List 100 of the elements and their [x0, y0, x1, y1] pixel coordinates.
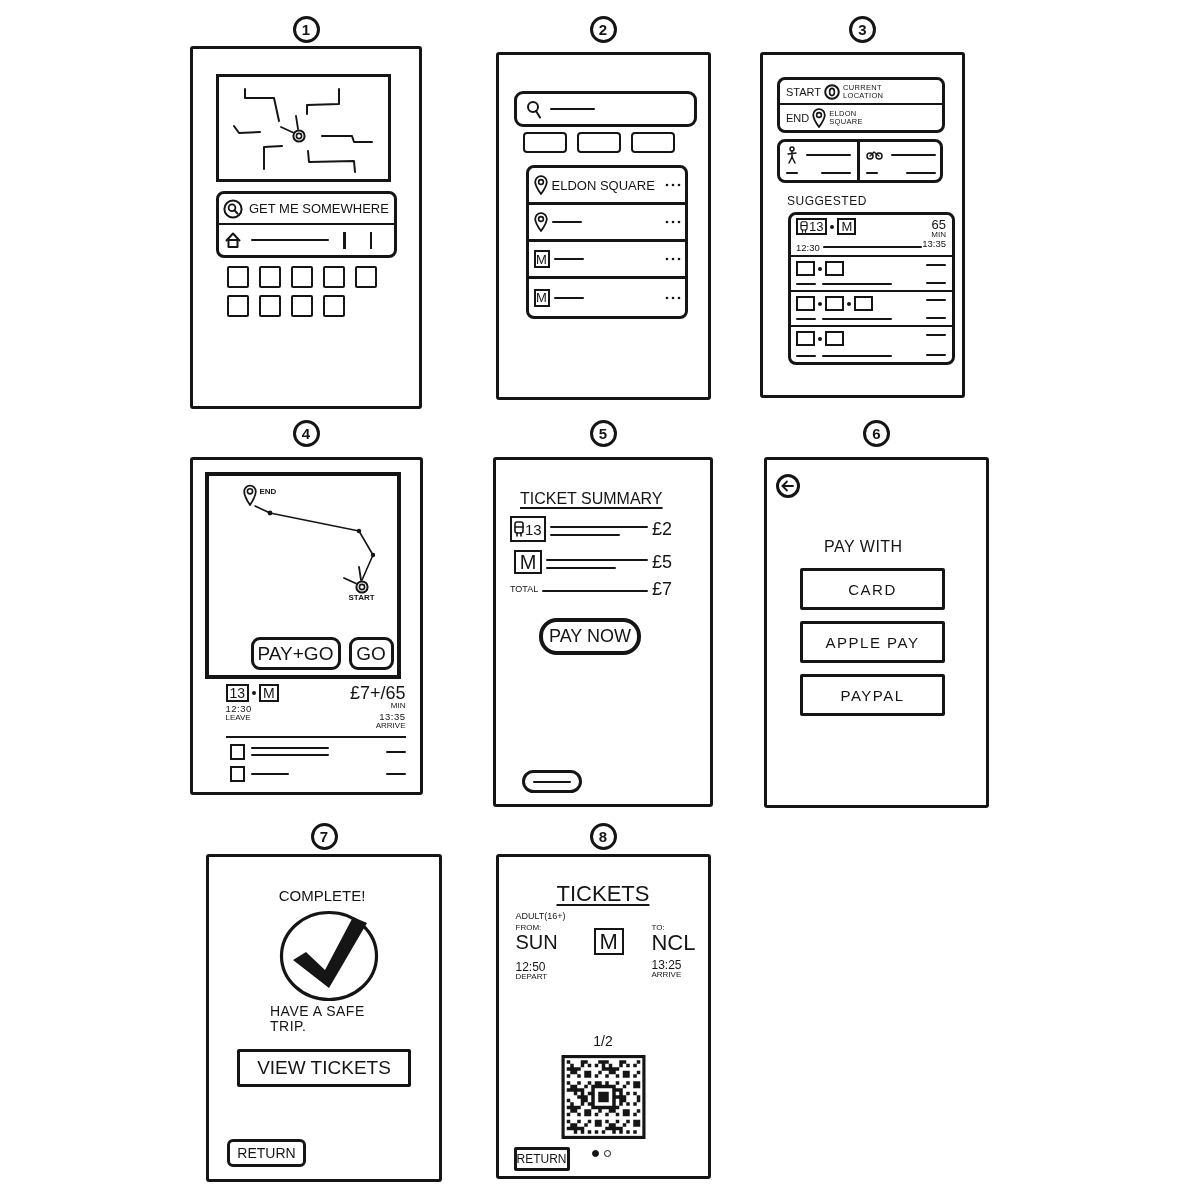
map-pin-icon — [242, 484, 257, 506]
back-button[interactable] — [776, 474, 800, 498]
more-icon[interactable] — [664, 183, 681, 187]
metro-logo: M — [593, 928, 624, 955]
square-icon — [229, 743, 245, 760]
station-label: FROM: — [515, 924, 542, 932]
walking-icon[interactable] — [786, 146, 798, 164]
dot-icon — [847, 301, 851, 306]
dot-icon — [818, 336, 822, 341]
screen-number: 8 — [589, 823, 617, 850]
placeholder-line — [822, 318, 892, 320]
placeholder-line — [551, 221, 582, 223]
more-icon[interactable] — [664, 257, 681, 261]
duration: 65 — [931, 218, 946, 231]
page-dot[interactable] — [603, 1150, 611, 1157]
placeholder-line — [385, 772, 406, 775]
shortcut-tile[interactable] — [323, 295, 345, 317]
placeholder-line — [906, 172, 936, 174]
time-label: LEAVE — [225, 713, 251, 722]
square-icon — [825, 331, 844, 346]
placeholder-line — [553, 258, 584, 260]
fare-type: ADULT(16+) — [515, 911, 566, 921]
metro-logo: M — [837, 218, 857, 235]
time-label: DEPART — [515, 973, 548, 981]
placeholder-line — [796, 355, 816, 357]
filter-chip[interactable] — [576, 132, 621, 153]
shortcut-tile[interactable] — [323, 266, 345, 288]
placeholder-line — [866, 172, 878, 174]
map-label: START — [348, 594, 375, 602]
shortcut-tile[interactable] — [227, 295, 249, 317]
location-marker-icon — [280, 115, 306, 143]
screen-number: 7 — [310, 823, 338, 850]
shortcut-tile[interactable] — [355, 266, 377, 288]
go-button[interactable]: GO — [348, 637, 394, 670]
shortcut-tile[interactable] — [259, 295, 281, 317]
screen-number: 3 — [849, 16, 876, 43]
search-icon — [525, 99, 542, 119]
return-button[interactable]: RETURN — [227, 1139, 306, 1167]
screen-title: TICKETS — [556, 881, 650, 907]
route-number: 13 — [809, 220, 824, 233]
pill-button[interactable] — [522, 770, 582, 793]
placeholder-line — [822, 283, 892, 285]
placeholder-line — [796, 283, 816, 285]
square-icon — [796, 331, 815, 346]
pay-and-go-button[interactable]: PAY+GO — [250, 637, 341, 670]
placeholder-line — [926, 354, 946, 356]
search-field[interactable] — [513, 91, 697, 127]
bicycle-icon[interactable] — [866, 150, 883, 160]
shortcut-tile[interactable] — [227, 266, 249, 288]
map-pin-icon — [533, 175, 548, 195]
page-dot[interactable] — [591, 1150, 599, 1157]
placeholder-line — [926, 317, 946, 319]
return-button[interactable]: RETURN — [513, 1147, 570, 1171]
payment-option-button[interactable]: CARD — [800, 568, 945, 610]
depart-time: 12:30 — [796, 242, 820, 252]
payment-option-button[interactable]: APPLE PAY — [800, 621, 945, 663]
field-label: END — [786, 111, 810, 124]
home-icon — [225, 232, 241, 248]
route-number: 13 — [525, 521, 542, 537]
square-icon — [854, 296, 873, 311]
filter-chip[interactable] — [522, 132, 567, 153]
placeholder-line — [250, 772, 289, 775]
square-icon — [825, 261, 844, 276]
dot-icon — [252, 691, 257, 695]
filter-chip[interactable] — [630, 132, 675, 153]
arrow-left-icon — [781, 480, 795, 492]
section-heading: PAY WITH — [824, 538, 903, 556]
payment-option-button[interactable]: PAYPAL — [800, 674, 945, 716]
duration-unit: MIN — [390, 702, 406, 710]
section-heading: SUGGESTED — [787, 194, 867, 208]
search-field[interactable]: GET ME SOMEWHERE — [249, 198, 393, 219]
more-icon[interactable] — [664, 220, 681, 224]
place-name[interactable]: ELDON SQUARE — [551, 177, 655, 193]
more-icon[interactable] — [664, 295, 681, 300]
screen-number: 5 — [589, 420, 617, 447]
screen-title: COMPLETE! — [278, 887, 366, 904]
map-label: END — [259, 488, 277, 496]
price: £5 — [652, 553, 674, 571]
time: 13:25 — [651, 959, 682, 971]
square-icon — [825, 296, 844, 311]
leave-time: 12:30 — [225, 704, 252, 714]
price: £7 — [652, 580, 674, 598]
square-icon — [796, 261, 815, 276]
screen-title: TICKET SUMMARY — [520, 490, 663, 508]
arrive-time: 13:35 — [922, 239, 946, 249]
metro-logo: M — [259, 684, 279, 702]
placeholder-line — [533, 780, 571, 783]
screen-number: 6 — [863, 420, 890, 447]
metro-logo: M — [514, 550, 542, 574]
shortcut-tile[interactable] — [259, 266, 281, 288]
view-tickets-button[interactable]: VIEW TICKETS — [237, 1048, 411, 1087]
pay-now-button[interactable]: PAY NOW — [539, 618, 641, 655]
shortcut-tile[interactable] — [291, 295, 313, 317]
shortcut-tile[interactable] — [291, 266, 313, 288]
placeholder-line — [891, 154, 936, 156]
placeholder-line — [385, 750, 406, 753]
station-code: NCL — [651, 932, 696, 954]
field-label: START — [786, 85, 822, 98]
time-label: ARRIVE — [651, 971, 682, 979]
dot-icon — [818, 301, 822, 306]
